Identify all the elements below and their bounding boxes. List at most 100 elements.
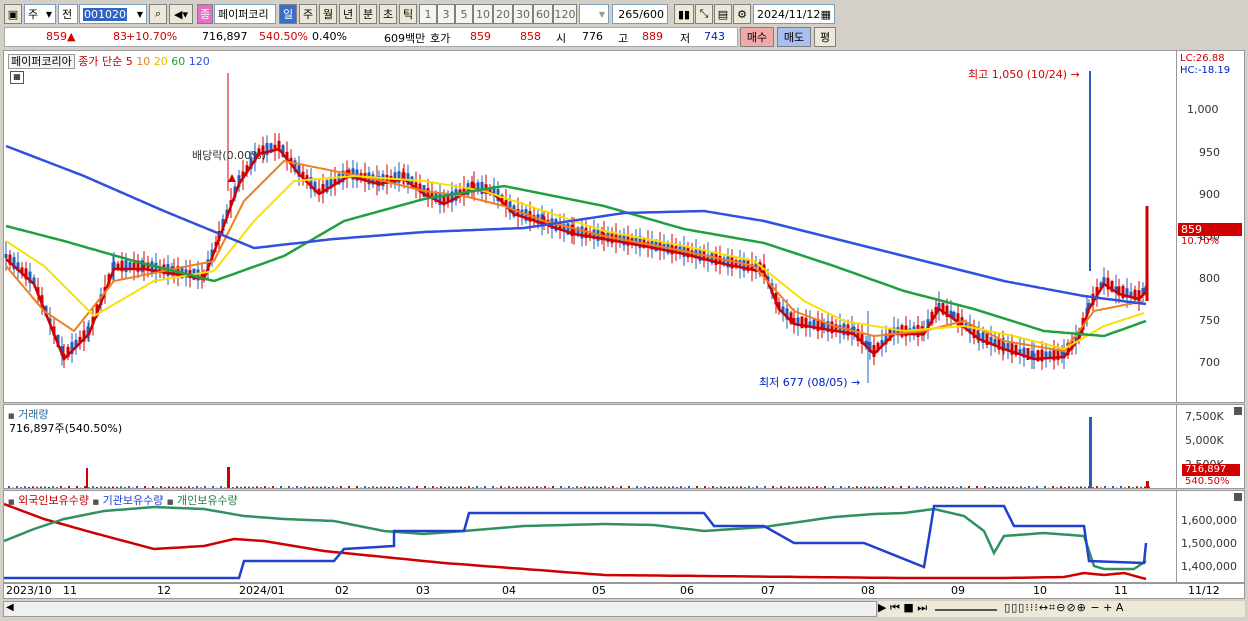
table-icon[interactable]: ▦ [10, 71, 24, 84]
stop-icon[interactable]: ■ [903, 601, 913, 614]
volume-bar [612, 486, 614, 488]
period-week-button[interactable]: 주 [299, 4, 317, 24]
ask-label: 호가 [430, 32, 451, 45]
zoom-slider[interactable] [934, 609, 997, 611]
chart-controls[interactable]: ▶ ⏮ ■ ⏭ ▯▯▯⁝⁝⁝↔⌗⊖⊘⊕ − + A [878, 601, 1245, 617]
volume-bar [332, 486, 334, 488]
price-chart-svg[interactable] [4, 51, 1177, 403]
volume-bar [1132, 487, 1134, 488]
interval-60-button[interactable]: 60 [533, 4, 553, 24]
volume-bar [736, 486, 738, 488]
eval-button[interactable]: 평 [814, 27, 836, 47]
legend-foreign: 외국인보유수량 [18, 494, 89, 507]
interval-5-button[interactable]: 5 [455, 4, 473, 24]
volume-bar [1020, 486, 1022, 488]
volume-bar [760, 487, 762, 488]
volume-bar [844, 487, 846, 488]
panel-close-icon[interactable] [1234, 407, 1242, 415]
volume-bar [880, 486, 882, 488]
interval-1-button[interactable]: 1 [419, 4, 437, 24]
current-price: 859 [46, 30, 67, 43]
volume-bar [320, 486, 322, 488]
interval-30-button[interactable]: 30 [513, 4, 533, 24]
save-icon[interactable]: ▤ [714, 4, 732, 24]
legend-indicator: 종가 단순 [78, 55, 123, 68]
volume-chart-svg[interactable] [4, 405, 1177, 489]
chart-type-icon[interactable]: ▮▮ [674, 4, 694, 24]
volume-bar [392, 486, 394, 488]
interval-10-button[interactable]: 10 [473, 4, 493, 24]
volume-bar [404, 487, 406, 488]
volume-bar [860, 486, 862, 488]
period-tick-button[interactable]: 틱 [399, 4, 417, 24]
volume-bar [140, 487, 142, 488]
draw-tool-icon[interactable]: ⤡ [695, 4, 713, 24]
volume-bar [552, 486, 554, 488]
buy-button[interactable]: 매수 [740, 27, 774, 47]
volume-panel[interactable]: ■ 거래량 716,897주(540.50%) [3, 404, 1177, 489]
volume-bar [356, 486, 358, 488]
interval-3-button[interactable]: 3 [437, 4, 455, 24]
sell-button[interactable]: 매도 [777, 27, 811, 47]
volume-bar [1100, 487, 1102, 488]
prev-select[interactable]: 전 [58, 4, 78, 24]
zoom-in-icon[interactable]: + [1103, 601, 1112, 614]
interval-select[interactable]: ▼ [579, 4, 609, 24]
turnover-value: 0.40% [312, 30, 347, 43]
period-minute-button[interactable]: 분 [359, 4, 377, 24]
last-icon[interactable]: ⏭ [917, 601, 927, 614]
speaker-icon[interactable]: ◀▾ [169, 4, 193, 24]
high-annotation: 최고 1,050 (10/24) → [968, 68, 1080, 81]
volume-bar [96, 487, 98, 488]
volume-bar [348, 486, 350, 488]
interval-20-button[interactable]: 20 [493, 4, 513, 24]
holdings-panel[interactable]: ■ 외국인보유수량 ■ 기관보유수량 ■ 개인보유수량 [3, 490, 1177, 583]
ytick-label: 5,000K [1185, 434, 1224, 447]
scroll-left-icon[interactable]: ◀ [6, 602, 14, 613]
volume-bar [176, 486, 178, 488]
ytick-label: 900 [1199, 188, 1220, 201]
first-icon[interactable]: ⏮ [890, 601, 900, 614]
search-icon[interactable]: ⌕ [149, 4, 167, 24]
volume-bar [100, 486, 102, 488]
volume-bar [584, 486, 586, 488]
volume-bar [76, 486, 78, 488]
stock-code-input[interactable]: 001020 ▼ [79, 4, 147, 24]
open-value: 776 [582, 30, 603, 43]
tool-icons[interactable]: ▯▯▯⁝⁝⁝↔⌗⊖⊘⊕ [1004, 601, 1087, 614]
volume-bar [136, 486, 138, 488]
volume-bar [988, 487, 990, 488]
period-second-button[interactable]: 초 [379, 4, 397, 24]
volume-bar [648, 487, 650, 488]
volume-bar [992, 486, 994, 488]
volume-bar [144, 486, 146, 488]
x-label-right: 11/12 [1188, 584, 1220, 597]
auto-scale-icon[interactable]: A [1116, 601, 1124, 614]
interval-120-button[interactable]: 120 [553, 4, 577, 24]
volume-bar [924, 486, 926, 488]
horizontal-scrollbar[interactable]: ◀ [3, 601, 877, 617]
price-chart-panel[interactable]: 페이퍼코리아 종가 단순 5 10 20 60 120 ▦ 최고 1,050 (… [3, 50, 1177, 403]
volume-bar [152, 486, 154, 488]
scroll-right-icon[interactable]: ▶ [878, 601, 886, 614]
volume-bar [128, 486, 130, 488]
period-day-button[interactable]: 일 [279, 4, 297, 24]
market-select[interactable]: 주 ▼ [24, 4, 56, 24]
date-input[interactable]: 2024/11/12 ▦ [753, 4, 835, 24]
ytick-label: 950 [1199, 146, 1220, 159]
window-menu-icon[interactable]: ▣ [4, 4, 22, 24]
period-month-button[interactable]: 월 [319, 4, 337, 24]
zoom-out-icon[interactable]: − [1090, 601, 1099, 614]
bar-count-input[interactable]: 265/600 [612, 4, 668, 24]
volume-bar [256, 486, 258, 488]
volume-bar [556, 487, 558, 488]
gear-icon[interactable]: ⚙ [733, 4, 751, 24]
volume-bar [1146, 481, 1149, 488]
volume-bar [768, 487, 770, 488]
stock-name-field[interactable]: 페이퍼코리 [214, 4, 276, 24]
volume-bar [1096, 486, 1098, 488]
volume-bar [408, 486, 410, 488]
period-year-button[interactable]: 년 [339, 4, 357, 24]
volume-bar [576, 486, 578, 488]
panel-close-icon[interactable] [1234, 493, 1242, 501]
